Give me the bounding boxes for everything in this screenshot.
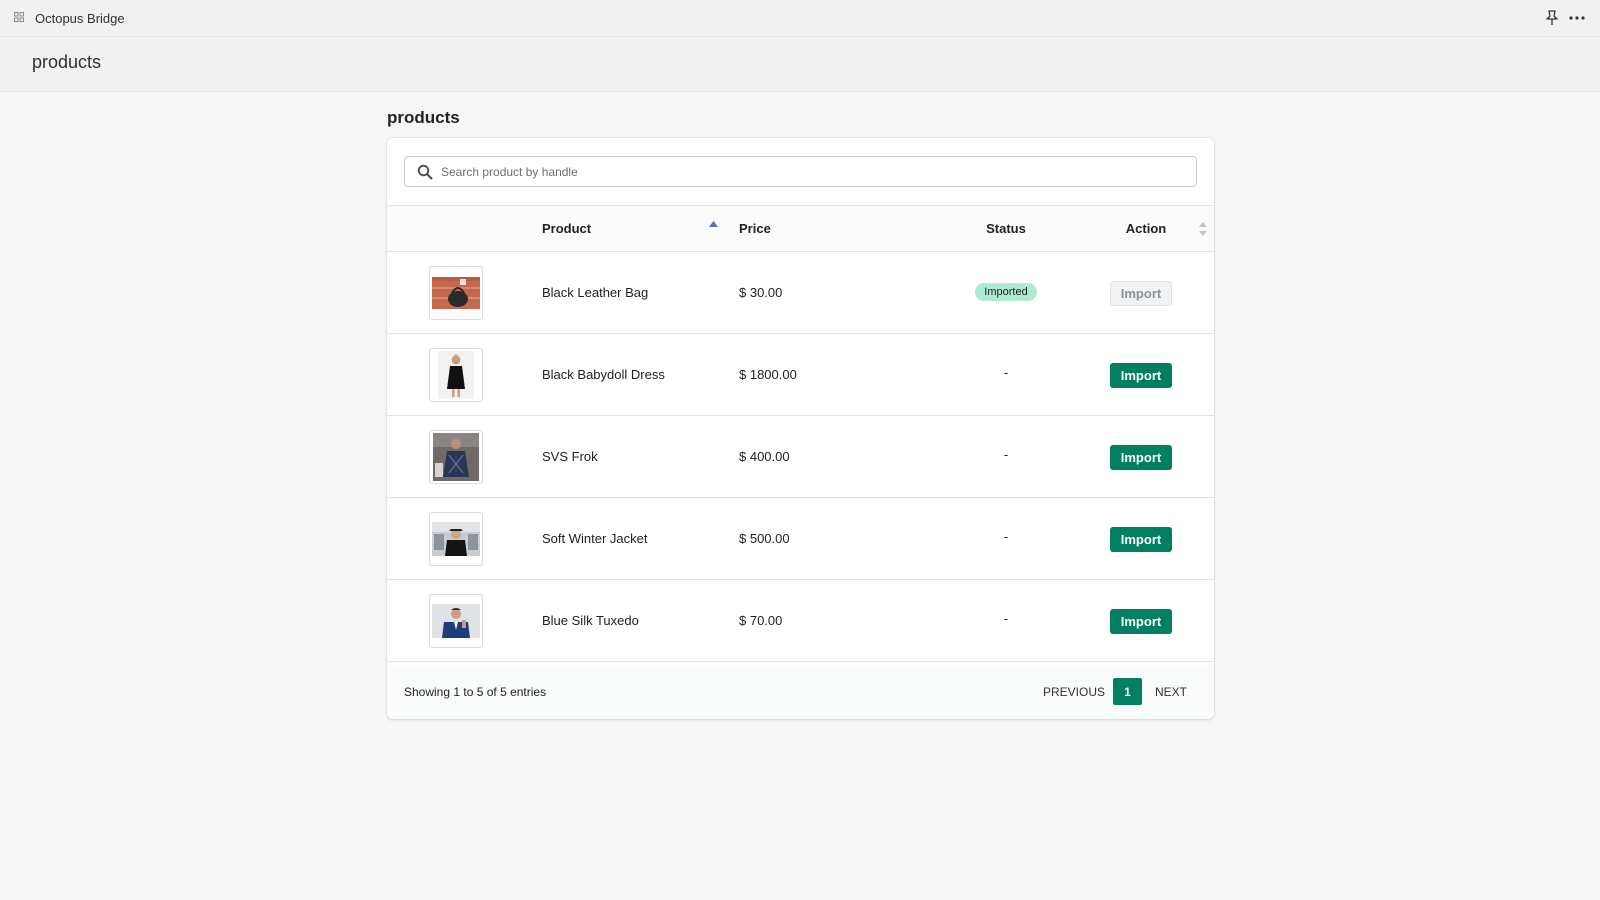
status-badge: Imported bbox=[975, 283, 1037, 301]
pagination-page-current[interactable]: 1 bbox=[1113, 678, 1142, 705]
import-button[interactable]: Import bbox=[1110, 363, 1172, 388]
product-thumbnail[interactable] bbox=[429, 430, 483, 484]
tuxedo-photo-icon bbox=[432, 604, 480, 638]
product-thumbnail[interactable] bbox=[429, 266, 483, 320]
import-button[interactable]: Import bbox=[1110, 445, 1172, 470]
status-cell: Imported bbox=[946, 283, 1066, 301]
bag-photo-icon bbox=[432, 277, 480, 309]
status-cell: - bbox=[1003, 365, 1009, 380]
frock-photo-icon bbox=[433, 433, 479, 481]
product-name: Blue Silk Tuxedo bbox=[542, 613, 639, 628]
column-header-product[interactable]: Product bbox=[542, 221, 591, 236]
dress-photo-icon bbox=[438, 351, 474, 399]
table-row: Black Leather Bag $ 30.00 Imported Impor… bbox=[387, 252, 1214, 334]
product-name: Soft Winter Jacket bbox=[542, 531, 648, 546]
search-icon bbox=[417, 164, 433, 180]
status-cell: - bbox=[1003, 529, 1009, 544]
table-row: Blue Silk Tuxedo $ 70.00 - Import bbox=[387, 580, 1214, 662]
entries-info: Showing 1 to 5 of 5 entries bbox=[404, 685, 547, 699]
table-header: Product Price Status Action bbox=[387, 205, 1214, 252]
pagination-next[interactable]: NEXT bbox=[1155, 685, 1187, 699]
product-price: $ 70.00 bbox=[739, 613, 783, 628]
app-bar: Octopus Bridge bbox=[0, 0, 1600, 37]
product-name: SVS Frok bbox=[542, 449, 598, 464]
status-cell: - bbox=[1003, 447, 1009, 462]
search-field[interactable] bbox=[404, 156, 1197, 187]
products-card: Product Price Status Action Black Leathe… bbox=[387, 138, 1214, 719]
app-grid-icon bbox=[14, 12, 24, 22]
column-header-status[interactable]: Status bbox=[976, 221, 1036, 236]
table-row: SVS Frok $ 400.00 - Import bbox=[387, 416, 1214, 498]
status-cell: - bbox=[1003, 611, 1009, 626]
product-thumbnail[interactable] bbox=[429, 512, 483, 566]
column-header-action[interactable]: Action bbox=[1121, 221, 1171, 236]
pin-icon[interactable] bbox=[1545, 10, 1559, 26]
sort-ascending-icon[interactable] bbox=[709, 221, 718, 227]
product-name: Black Leather Bag bbox=[542, 285, 649, 300]
product-price: $ 400.00 bbox=[739, 449, 790, 464]
product-price: $ 1800.00 bbox=[739, 367, 797, 382]
product-name: Black Babydoll Dress bbox=[542, 367, 665, 382]
pagination-previous[interactable]: PREVIOUS bbox=[1043, 685, 1105, 699]
app-title: Octopus Bridge bbox=[35, 11, 125, 26]
jacket-photo-icon bbox=[432, 522, 480, 556]
product-thumbnail[interactable] bbox=[429, 594, 483, 648]
sort-icon[interactable] bbox=[1199, 222, 1207, 236]
page-header: products bbox=[0, 37, 1600, 92]
column-header-price[interactable]: Price bbox=[739, 221, 771, 236]
page-title: products bbox=[32, 52, 102, 72]
search-input[interactable] bbox=[441, 157, 1181, 186]
table-row: Soft Winter Jacket $ 500.00 - Import bbox=[387, 498, 1214, 580]
product-thumbnail[interactable] bbox=[429, 348, 483, 402]
product-price: $ 500.00 bbox=[739, 531, 790, 546]
table-footer: Showing 1 to 5 of 5 entries PREVIOUS 1 N… bbox=[387, 665, 1214, 719]
import-button[interactable]: Import bbox=[1110, 527, 1172, 552]
section-title: products bbox=[387, 108, 460, 127]
more-horizontal-icon[interactable] bbox=[1568, 11, 1586, 25]
product-price: $ 30.00 bbox=[739, 285, 783, 300]
table-row: Black Babydoll Dress $ 1800.00 - Import bbox=[387, 334, 1214, 416]
import-button[interactable]: Import bbox=[1110, 281, 1172, 306]
import-button[interactable]: Import bbox=[1110, 609, 1172, 634]
